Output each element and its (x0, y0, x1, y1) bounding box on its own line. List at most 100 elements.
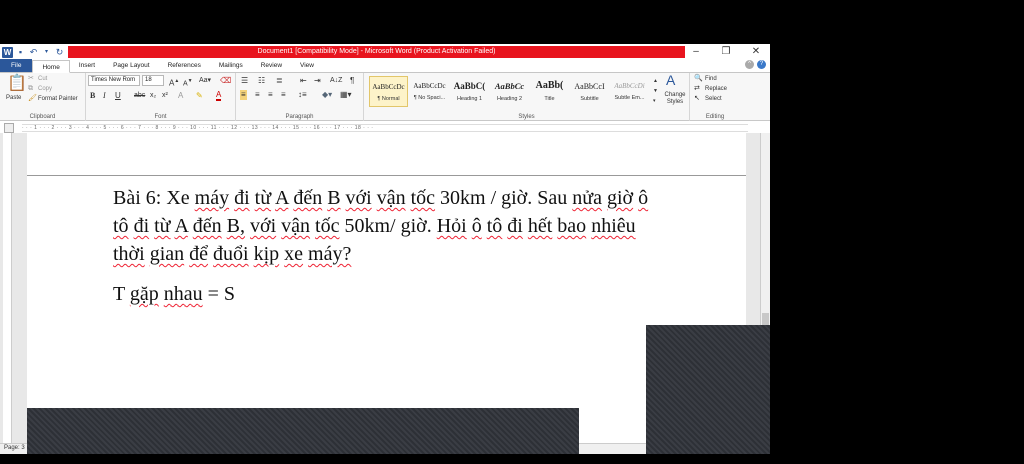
tab-right-icons: ^ ? (745, 60, 766, 69)
tab-references[interactable]: References (159, 59, 210, 72)
font-size-box[interactable]: 18 (142, 75, 164, 86)
align-left-icon[interactable]: ≡ (240, 90, 247, 100)
text-run: đến (293, 187, 323, 209)
page[interactable]: Bài 6: Xe máy đi từ A đến B với vận tốc … (27, 133, 746, 443)
decrease-indent-icon[interactable]: ⇤ (300, 76, 307, 86)
increase-indent-icon[interactable]: ⇥ (314, 76, 321, 86)
horizontal-ruler[interactable]: · · · 1 · · · 2 · · · 3 · · · 4 · · · 5 … (22, 124, 748, 132)
select-button[interactable]: Select (705, 96, 722, 102)
style-name: Subtitle (580, 96, 599, 102)
font-name-box[interactable]: Times New Rom (88, 75, 140, 86)
text-run: tốc (315, 215, 340, 237)
superscript-icon[interactable]: x² (162, 91, 168, 101)
text-run: 30km / giờ. Sau (440, 187, 568, 209)
grow-font-icon[interactable]: A▲ (169, 76, 179, 89)
text-run: nửa (572, 187, 602, 209)
underline-icon[interactable]: U (115, 91, 121, 101)
shading-icon[interactable]: ◆▾ (322, 90, 332, 100)
justify-icon[interactable]: ≡ (281, 90, 286, 100)
undo-icon[interactable]: ↶ (28, 47, 39, 58)
style-name: Heading 1 (456, 96, 483, 102)
paragraph-2[interactable]: T gặp nhau = S (113, 283, 235, 306)
style-subtitle[interactable]: AaBbCcI Subtitle (570, 76, 609, 107)
close-button[interactable]: ✕ (750, 46, 762, 57)
style-heading-2[interactable]: AaBbCc Heading 2 (490, 76, 529, 107)
tab-selector-button[interactable] (4, 123, 14, 133)
style-heading-1[interactable]: AaBbC( Heading 1 (450, 76, 489, 107)
change-styles-icon[interactable]: A (666, 73, 675, 87)
align-right-icon[interactable]: ≡ (268, 90, 273, 100)
replace-button[interactable]: Replace (705, 86, 727, 92)
format-painter-button[interactable]: Format Painter (38, 96, 78, 102)
word-logo-icon[interactable]: W (2, 46, 13, 58)
tab-mailings[interactable]: Mailings (210, 59, 252, 72)
bold-icon[interactable]: B (90, 91, 95, 101)
clear-formatting-icon[interactable]: ⌫ (220, 76, 231, 86)
tab-view[interactable]: View (291, 59, 323, 72)
copy-icon: ⧉ (28, 85, 33, 92)
italic-icon[interactable]: I (103, 91, 106, 101)
shrink-font-icon[interactable]: A▼ (183, 76, 193, 89)
editing-label: Editing (705, 114, 725, 120)
cut-icon: ✂ (28, 75, 34, 82)
minimize-button[interactable]: – (690, 46, 702, 57)
font-group: Times New Rom 18 A▲ A▼ Aa▾ ⌫ B I U abc x… (86, 73, 236, 121)
change-case-icon[interactable]: Aa▾ (199, 76, 211, 86)
style-sample: AaBb( (535, 80, 564, 91)
bullets-icon[interactable]: ☰ (241, 76, 248, 86)
text-run: kịp (253, 243, 280, 265)
text-run: từ (154, 215, 171, 237)
highlight-icon[interactable]: ✎ (196, 91, 203, 101)
copy-button[interactable]: Copy (38, 86, 52, 92)
strikethrough-icon[interactable]: abc (134, 91, 145, 101)
text-run: vận (376, 187, 406, 209)
sort-icon[interactable]: A↓Z (330, 76, 342, 86)
subscript-icon[interactable]: x₂ (150, 91, 156, 101)
editing-group: 🔍 Find ⇄ Replace ↖ Select Editing (690, 73, 740, 121)
text-run: A (174, 215, 188, 237)
line-spacing-icon[interactable]: ↕≡ (298, 90, 307, 100)
text-run: máy? (308, 243, 352, 265)
tab-home[interactable]: Home (32, 60, 70, 73)
save-icon[interactable]: ▪ (15, 47, 26, 58)
paste-button[interactable]: Paste (6, 95, 21, 101)
numbering-icon[interactable]: ☷ (258, 76, 265, 86)
tab-file[interactable]: File (0, 59, 33, 72)
change-styles-button[interactable]: Change Styles (662, 92, 688, 106)
redo-icon[interactable]: ↻ (54, 47, 65, 58)
tab-review[interactable]: Review (252, 59, 291, 72)
format-painter-icon: 🖌 (28, 95, 37, 102)
text-effects-icon[interactable]: A (178, 91, 183, 101)
cut-button[interactable]: Cut (38, 76, 47, 82)
style-subtle-emphasis[interactable]: AaBbCcDi Subtle Em... (610, 76, 649, 107)
align-center-icon[interactable]: ≡ (255, 90, 260, 100)
window-controls: – ❐ ✕ (690, 44, 762, 59)
occluding-panel (27, 408, 579, 454)
text-run: với (345, 187, 372, 209)
show-formatting-icon[interactable]: ¶ (350, 76, 354, 86)
multilevel-list-icon[interactable]: ≣ (276, 76, 283, 86)
ribbon-tabs: File Home Insert Page Layout References … (0, 59, 770, 73)
style-title[interactable]: AaBb( Title (530, 76, 569, 107)
paragraph-1[interactable]: Bài 6: Xe máy đi từ A đến B với vận tốc … (113, 184, 653, 268)
styles-scroll-icon[interactable]: ▲ ▼ ▾ (653, 76, 658, 106)
undo-dropdown-icon[interactable]: ▾ (41, 47, 52, 58)
occluding-panel (646, 325, 770, 454)
maximize-button[interactable]: ❐ (720, 46, 732, 57)
text-run: máy (194, 187, 230, 209)
style-no-spacing[interactable]: AaBbCcDc ¶ No Spaci... (410, 76, 449, 107)
page-number-status[interactable]: Page: 3 (4, 445, 25, 451)
minimize-ribbon-icon[interactable]: ^ (745, 60, 754, 69)
text-run: đuổi (213, 243, 249, 265)
vertical-ruler[interactable] (3, 133, 12, 443)
styles-label: Styles (518, 114, 535, 120)
select-icon: ↖ (694, 95, 700, 102)
help-icon[interactable]: ? (757, 60, 766, 69)
tab-insert[interactable]: Insert (70, 59, 104, 72)
tab-page-layout[interactable]: Page Layout (104, 59, 159, 72)
font-color-icon[interactable]: A (216, 91, 222, 101)
style-normal[interactable]: AaBbCcDc ¶ Normal (369, 76, 408, 107)
find-button[interactable]: Find (705, 76, 717, 82)
paste-icon[interactable]: 📋 (7, 76, 27, 92)
borders-icon[interactable]: ▦▾ (340, 90, 352, 100)
